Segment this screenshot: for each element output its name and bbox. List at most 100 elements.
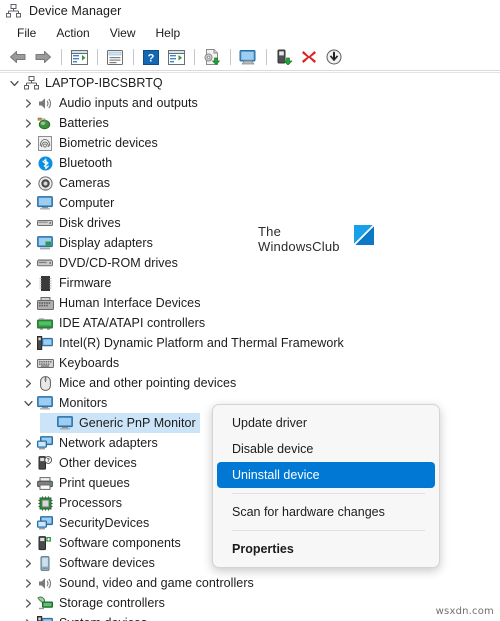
context-scan-for-hardware-changes[interactable]: Scan for hardware changes xyxy=(217,499,435,525)
show-hide-console-tree-button[interactable] xyxy=(67,46,91,68)
chevron-right-icon[interactable] xyxy=(20,353,36,373)
context-disable-device[interactable]: Disable device xyxy=(217,436,435,462)
tree-row[interactable]: Firmware xyxy=(0,273,500,293)
speaker-icon xyxy=(36,94,54,112)
disable-device-button[interactable] xyxy=(322,46,346,68)
monitor-icon xyxy=(36,194,54,212)
tree-row[interactable]: Storage controllers xyxy=(0,593,500,613)
back-button[interactable] xyxy=(6,46,30,68)
chevron-right-icon[interactable] xyxy=(20,213,36,233)
chevron-right-icon[interactable] xyxy=(20,93,36,113)
fingerprint-icon xyxy=(36,134,54,152)
tree-row[interactable]: Audio inputs and outputs xyxy=(0,93,500,113)
windowsclub-logo-icon xyxy=(353,225,374,245)
tree-row[interactable]: System devices xyxy=(0,613,500,621)
processor-icon xyxy=(36,494,54,512)
menu-action[interactable]: Action xyxy=(47,24,98,42)
chevron-down-icon[interactable] xyxy=(20,393,36,413)
chevron-right-icon[interactable] xyxy=(20,593,36,613)
tree-row[interactable]: LAPTOP-IBCSBRTQ xyxy=(0,73,500,93)
show-hide-action-pane-button[interactable] xyxy=(164,46,188,68)
chevron-right-icon[interactable] xyxy=(20,273,36,293)
unknown-device-icon: ? xyxy=(36,454,54,472)
chevron-right-icon[interactable] xyxy=(20,153,36,173)
chevron-right-icon[interactable] xyxy=(20,173,36,193)
tree-row-label: DVD/CD-ROM drives xyxy=(59,256,178,270)
update-driver-button[interactable] xyxy=(200,46,224,68)
chevron-right-icon[interactable] xyxy=(20,313,36,333)
watermark: The WindowsClub xyxy=(258,224,374,254)
chevron-right-icon[interactable] xyxy=(20,333,36,353)
ide-controller-icon xyxy=(36,314,54,332)
tree-row-label: Network adapters xyxy=(59,436,158,450)
scan-for-hardware-changes-button[interactable] xyxy=(236,46,260,68)
chevron-right-icon[interactable] xyxy=(20,133,36,153)
context-uninstall-device[interactable]: Uninstall device xyxy=(217,462,435,488)
device-manager-icon xyxy=(6,4,21,18)
toolbar-separator-6 xyxy=(266,49,267,65)
computer-root-icon xyxy=(22,74,40,92)
chevron-right-icon[interactable] xyxy=(20,453,36,473)
chevron-right-icon[interactable] xyxy=(20,233,36,253)
menu-bar: File Action View Help xyxy=(0,22,500,44)
tree-row-label: Processors xyxy=(59,496,123,510)
context-separator-2 xyxy=(232,530,425,531)
tree-row[interactable]: Sound, video and game controllers xyxy=(0,573,500,593)
system-device-icon xyxy=(36,614,54,621)
question-mark-icon: ? xyxy=(143,49,159,65)
menu-help[interactable]: Help xyxy=(147,24,190,42)
chevron-right-icon[interactable] xyxy=(20,473,36,493)
chevron-right-icon[interactable] xyxy=(20,193,36,213)
tree-row-label: Bluetooth xyxy=(59,156,113,170)
tree-row[interactable]: Display adapters xyxy=(0,233,500,253)
forward-button[interactable] xyxy=(31,46,55,68)
context-update-driver[interactable]: Update driver xyxy=(217,410,435,436)
hid-icon xyxy=(36,294,54,312)
chevron-right-icon[interactable] xyxy=(20,533,36,553)
chevron-right-icon[interactable] xyxy=(20,433,36,453)
chevron-right-icon[interactable] xyxy=(20,553,36,573)
tree-row[interactable]: Mice and other pointing devices xyxy=(0,373,500,393)
tree-row[interactable]: Bluetooth xyxy=(0,153,500,173)
arrow-right-icon xyxy=(35,51,51,63)
enable-device-button[interactable] xyxy=(272,46,296,68)
tree-row-label: Keyboards xyxy=(59,356,120,370)
tree-row[interactable]: Batteries xyxy=(0,113,500,133)
monitor-icon xyxy=(36,394,54,412)
context-separator-1 xyxy=(232,493,425,494)
chevron-right-icon[interactable] xyxy=(20,253,36,273)
tree-row[interactable]: Intel(R) Dynamic Platform and Thermal Fr… xyxy=(0,333,500,353)
menu-view[interactable]: View xyxy=(101,24,145,42)
chevron-right-icon[interactable] xyxy=(20,613,36,621)
chevron-right-icon[interactable] xyxy=(20,573,36,593)
chevron-right-icon[interactable] xyxy=(20,493,36,513)
action-pane-icon xyxy=(167,49,185,65)
toolbar-separator-4 xyxy=(194,49,195,65)
chevron-right-icon[interactable] xyxy=(20,513,36,533)
tree-row[interactable]: Human Interface Devices xyxy=(0,293,500,313)
chevron-right-icon[interactable] xyxy=(20,113,36,133)
properties-button[interactable] xyxy=(103,46,127,68)
tree-row-label: Biometric devices xyxy=(59,136,158,150)
tree-row[interactable]: IDE ATA/ATAPI controllers xyxy=(0,313,500,333)
context-properties[interactable]: Properties xyxy=(217,536,435,562)
tree-row[interactable]: Disk drives xyxy=(0,213,500,233)
uninstall-device-button[interactable] xyxy=(297,46,321,68)
toolbar-separator-3 xyxy=(133,49,134,65)
context-menu[interactable]: Update driver Disable device Uninstall dev… xyxy=(212,404,440,568)
speaker-icon xyxy=(36,574,54,592)
chevron-down-icon[interactable] xyxy=(6,73,22,93)
enable-device-icon xyxy=(277,49,292,65)
tree-row[interactable]: Keyboards xyxy=(0,353,500,373)
tree-row[interactable]: Cameras xyxy=(0,173,500,193)
help-button[interactable]: ? xyxy=(139,46,163,68)
tree-row[interactable]: Computer xyxy=(0,193,500,213)
chevron-right-icon[interactable] xyxy=(20,373,36,393)
tree-row[interactable]: DVD/CD-ROM drives xyxy=(0,253,500,273)
network-adapter-icon xyxy=(36,434,54,452)
chevron-right-icon[interactable] xyxy=(20,293,36,313)
tree-row-label: Computer xyxy=(59,196,115,210)
red-x-icon xyxy=(302,51,316,63)
menu-file[interactable]: File xyxy=(8,24,45,42)
tree-row[interactable]: Biometric devices xyxy=(0,133,500,153)
